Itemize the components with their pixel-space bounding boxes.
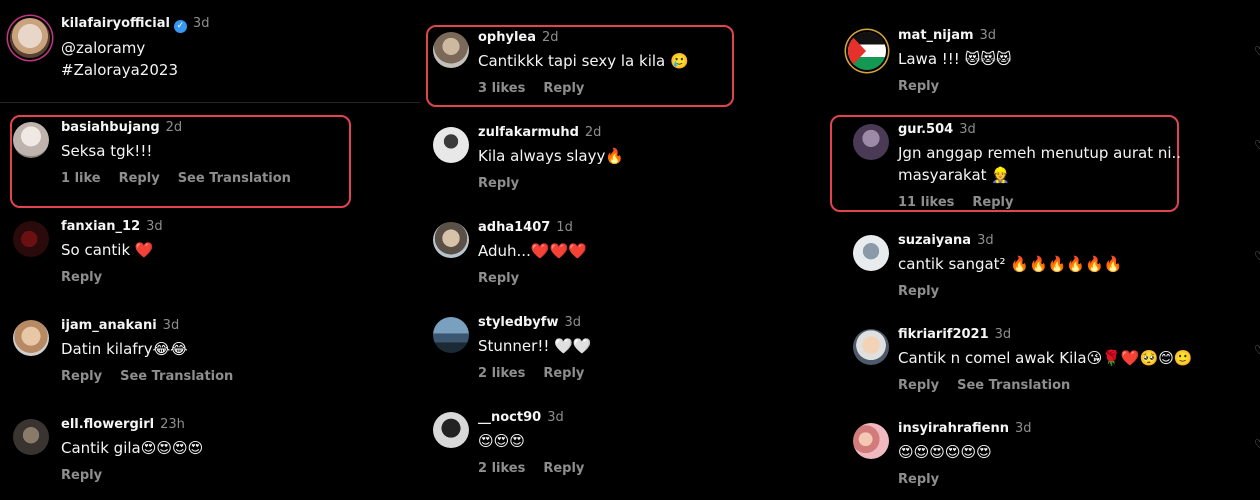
see-translation-button[interactable]: See Translation xyxy=(178,171,291,186)
comments-column-1: kilafairyofficial ✓ 3d @zaloramy #Zaloraya… xyxy=(0,0,420,500)
reply-button[interactable]: Reply xyxy=(543,81,584,96)
timestamp: 3d xyxy=(162,318,180,333)
avatar[interactable] xyxy=(433,412,469,448)
timestamp: 3d xyxy=(564,315,581,330)
likes-count[interactable]: 1 like xyxy=(61,171,101,186)
username[interactable]: basiahbujang xyxy=(61,120,160,135)
timestamp: 3d xyxy=(1014,421,1032,436)
reply-button[interactable]: Reply xyxy=(898,378,939,393)
timestamp: 3d xyxy=(192,16,210,31)
timestamp: 3d xyxy=(959,122,976,137)
username[interactable]: gur.504 xyxy=(898,122,953,137)
comment-caption: kilafairyofficial ✓ 3d @zaloramy #Zaloraya… xyxy=(0,14,420,94)
reply-button[interactable]: Reply xyxy=(543,366,584,381)
comment-text: Kila always slayy🔥 xyxy=(478,147,625,165)
avatar[interactable] xyxy=(13,221,49,257)
reply-button[interactable]: Reply xyxy=(478,176,519,191)
comment-text: Cantik gila😍😍😍😍 xyxy=(61,439,204,457)
reply-button[interactable]: Reply xyxy=(898,472,939,487)
timestamp: 3d xyxy=(977,233,994,248)
comment-text: 😍😍😍 xyxy=(478,432,525,450)
heart-outline-icon[interactable]: ♡ xyxy=(1254,44,1260,58)
avatar[interactable] xyxy=(433,317,469,353)
reply-button[interactable]: Reply xyxy=(478,271,519,286)
avatar[interactable] xyxy=(433,222,469,258)
likes-count[interactable]: 11 likes xyxy=(898,195,954,210)
timestamp: 23h xyxy=(160,417,185,432)
timestamp: 3d xyxy=(547,410,564,425)
avatar[interactable] xyxy=(853,235,889,271)
reply-button[interactable]: Reply xyxy=(119,171,160,186)
username[interactable]: insyirahrafienn xyxy=(898,421,1009,436)
username[interactable]: ijam_anakani xyxy=(61,318,157,333)
reply-button[interactable]: Reply xyxy=(543,461,584,476)
comment-text: Jgn anggap remeh menutup aurat ni.. masy… xyxy=(898,144,1182,184)
username[interactable]: __noct90 xyxy=(478,410,541,425)
avatar[interactable] xyxy=(853,329,889,365)
heart-outline-icon[interactable]: ♡ xyxy=(1254,343,1260,357)
timestamp: 3d xyxy=(146,219,163,234)
comment-text: Cantikkk tapi sexy la kila 🥲 xyxy=(478,52,689,70)
likes-count[interactable]: 3 likes xyxy=(478,81,525,96)
timestamp: 1d xyxy=(556,220,573,235)
comments-column-2: ophylea 2d Cantikkk tapi sexy la kila 🥲 3… xyxy=(420,0,840,500)
avatar[interactable] xyxy=(13,122,49,158)
reply-button[interactable]: Reply xyxy=(898,79,939,94)
likes-count[interactable]: 2 likes xyxy=(478,461,525,476)
avatar[interactable] xyxy=(10,18,50,58)
username[interactable]: zulfakarmuhd xyxy=(478,125,579,140)
reply-button[interactable]: Reply xyxy=(61,369,102,384)
see-translation-button[interactable]: See Translation xyxy=(957,378,1070,393)
username[interactable]: fanxian_12 xyxy=(61,219,140,234)
username[interactable]: ophylea xyxy=(478,30,536,45)
heart-outline-icon[interactable]: ♡ xyxy=(1254,437,1260,451)
username[interactable]: ell.flowergirl xyxy=(61,417,154,432)
comment-text: So cantik ❤️ xyxy=(61,241,154,259)
timestamp: 2d xyxy=(542,30,559,45)
avatar[interactable] xyxy=(433,32,469,68)
comment-text: Datin kilafry😂😂 xyxy=(61,340,188,358)
avatar[interactable] xyxy=(13,419,49,455)
avatar[interactable] xyxy=(433,127,469,163)
palestine-flag-avatar[interactable] xyxy=(848,32,886,70)
timestamp: 2d xyxy=(165,120,183,135)
comment-text: Lawa !!! 😻😻😻 xyxy=(898,50,1012,68)
comment-text: Seksa tgk!!! xyxy=(61,142,153,160)
comment-text: cantik sangat² 🔥🔥🔥🔥🔥🔥 xyxy=(898,255,1123,273)
comment-text: @zaloramy #Zaloraya2023 xyxy=(61,39,178,79)
divider xyxy=(0,102,420,103)
comment-text: Aduh...❤️❤️❤️ xyxy=(478,242,587,260)
timestamp: 2d xyxy=(584,125,602,140)
timestamp: 3d xyxy=(979,28,997,43)
reply-button[interactable]: Reply xyxy=(61,270,102,285)
reply-button[interactable]: Reply xyxy=(972,195,1013,210)
username[interactable]: fikriarif2021 xyxy=(898,327,989,342)
username[interactable]: suzaiyana xyxy=(898,233,971,248)
avatar[interactable] xyxy=(853,423,889,459)
reply-button[interactable]: Reply xyxy=(898,284,939,299)
heart-outline-icon[interactable]: ♡ xyxy=(1254,138,1260,152)
username[interactable]: styledbyfw xyxy=(478,315,558,330)
verified-badge-icon: ✓ xyxy=(173,20,187,33)
comment-text: Cantik n comel awak Kila😘🌹❤️🥺😊🙂 xyxy=(898,349,1193,367)
avatar[interactable] xyxy=(853,124,889,160)
comment-text: Stunner!! 🤍🤍 xyxy=(478,337,592,355)
comment-text: 😍😍😍😍😍😍 xyxy=(898,443,992,461)
reply-button[interactable]: Reply xyxy=(61,468,102,483)
see-translation-button[interactable]: See Translation xyxy=(120,369,233,384)
username[interactable]: mat_nijam xyxy=(898,28,974,43)
avatar[interactable] xyxy=(13,320,49,356)
heart-outline-icon[interactable]: ♡ xyxy=(1254,249,1260,263)
timestamp: 3d xyxy=(994,327,1012,342)
comments-column-3: mat_nijam 3d Lawa !!! 😻😻😻 Reply gur.504 3d… xyxy=(830,0,1260,500)
username[interactable]: kilafairyofficial xyxy=(61,16,170,31)
username[interactable]: adha1407 xyxy=(478,220,550,235)
likes-count[interactable]: 2 likes xyxy=(478,366,525,381)
